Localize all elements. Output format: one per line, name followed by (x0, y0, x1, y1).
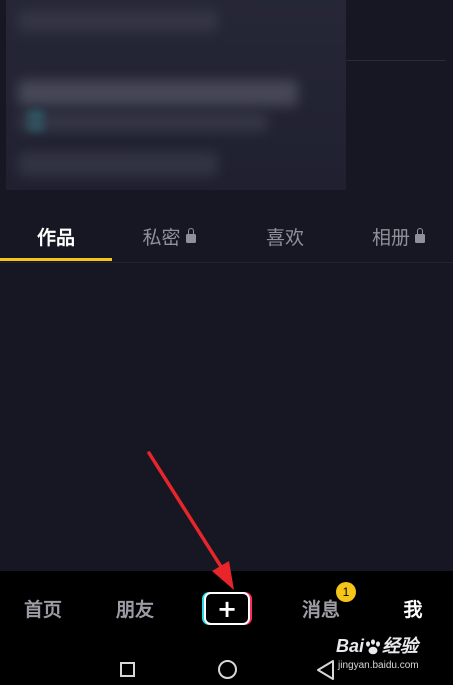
watermark-logo-text: Bai (336, 636, 365, 656)
watermark-logo-suffix: 经验 (382, 636, 419, 656)
triangle-back-icon[interactable] (316, 659, 336, 681)
tab-album-label: 相册 (371, 226, 410, 249)
lock-icon (415, 228, 425, 243)
paw-icon (366, 639, 381, 655)
plus-icon: + (204, 592, 250, 625)
profile-header-blurred (6, 0, 346, 190)
circle-icon[interactable] (218, 660, 237, 679)
watermark-url: jingyan.baidu.com (338, 660, 419, 671)
tab-works[interactable]: 作品 (0, 210, 112, 262)
nav-friends[interactable]: 朋友 (102, 571, 168, 646)
tab-album[interactable]: 相册 (344, 210, 453, 262)
blurred-info (18, 112, 268, 132)
active-tab-indicator (0, 258, 112, 261)
baidu-jingyan-watermark: Bai 经验 jingyan.baidu.com (336, 632, 448, 682)
tab-likes[interactable]: 喜欢 (226, 210, 344, 262)
tab-works-label: 作品 (36, 226, 75, 249)
profile-tabs: 作品 私密 喜欢 相册 (0, 210, 453, 263)
divider (346, 60, 446, 61)
lock-icon (185, 228, 196, 243)
square-icon[interactable] (120, 662, 135, 677)
blurred-signature (18, 80, 298, 106)
create-button[interactable]: + (202, 592, 252, 625)
messages-badge: 1 (336, 582, 356, 602)
tab-private-label: 私密 (142, 226, 181, 249)
blurred-stats (18, 152, 218, 176)
blurred-nickname (18, 10, 218, 32)
watermark-logo: Bai 经验 (336, 632, 418, 658)
tab-private[interactable]: 私密 (112, 210, 226, 262)
nav-home[interactable]: 首页 (10, 571, 76, 646)
tab-likes-label: 喜欢 (265, 226, 304, 249)
